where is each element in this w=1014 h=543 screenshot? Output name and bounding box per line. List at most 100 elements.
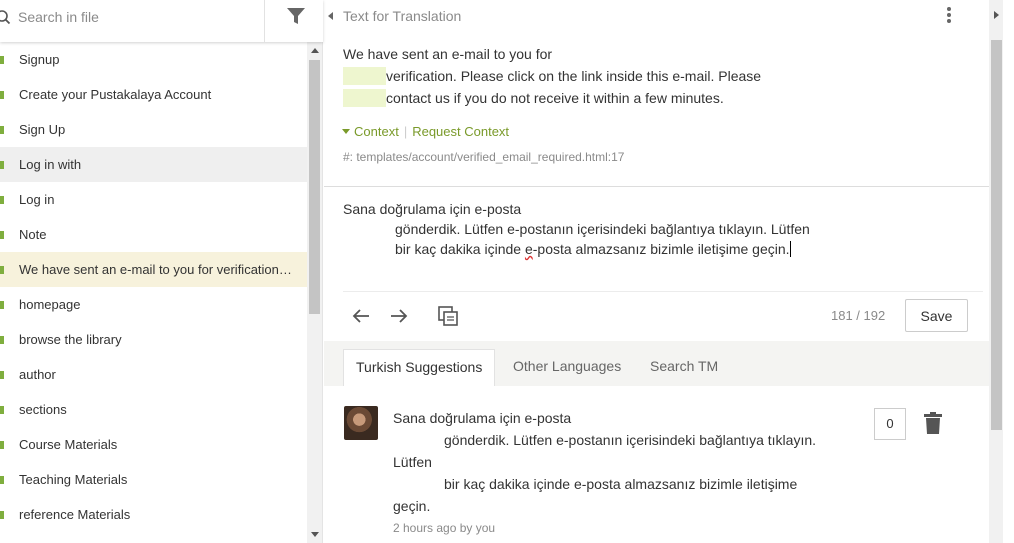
filter-icon[interactable] — [285, 5, 307, 27]
unit-label: Sign Up — [19, 122, 66, 137]
unit-label: browse the library — [19, 332, 122, 347]
tab-search-tm[interactable]: Search TM — [638, 349, 730, 386]
status-mark — [0, 441, 4, 449]
source-line-text: verification. Please click on the link i… — [386, 68, 762, 84]
kebab-menu-icon[interactable] — [946, 7, 952, 27]
context-path: #: templates/account/verified_email_requ… — [343, 150, 625, 164]
translation-text: bir kaç dakika içinde — [395, 241, 525, 257]
suggestion-line: Sana doğrulama için e-posta — [393, 410, 572, 426]
unit-label: Note — [19, 227, 47, 242]
status-mark — [0, 231, 4, 239]
suggestions-panel: Turkish Suggestions Other Languages Sear… — [324, 341, 989, 543]
suggestion-line: gönderdik. Lütfen e-postanın içerisindek… — [444, 432, 817, 448]
context-toggle-icon — [342, 129, 350, 134]
scroll-up-icon[interactable] — [311, 48, 319, 53]
context-links: Context | Request Context — [342, 124, 509, 139]
avatar — [344, 406, 378, 440]
scroll-thumb[interactable] — [309, 60, 320, 314]
editor-panel: Text for Translation We have sent an e-m… — [324, 0, 989, 543]
search-bar — [0, 0, 323, 42]
source-line: contact us if you do not receive it with… — [343, 87, 761, 109]
suggestion-item: Sana doğrulama için e-posta gönderdik. L… — [324, 386, 989, 543]
link-separator: | — [403, 124, 408, 139]
unit-label: We have sent an e-mail to you for verifi… — [19, 262, 294, 277]
unit-item-note[interactable]: Note — [0, 217, 307, 252]
unit-item-sign-up[interactable]: Sign Up — [0, 112, 307, 147]
unit-item-reference-materials[interactable]: reference Materials — [0, 497, 307, 532]
status-mark — [0, 371, 4, 379]
status-mark — [0, 406, 4, 414]
vote-count[interactable]: 0 — [874, 408, 906, 440]
unit-label: Signup — [19, 52, 60, 67]
whitespace-marker — [343, 89, 386, 107]
unit-label: Teaching Materials — [19, 472, 128, 487]
unit-item-verification-email[interactable]: We have sent an e-mail to you for verifi… — [0, 252, 307, 287]
unit-item-browse-library[interactable]: browse the library — [0, 322, 307, 357]
unit-item-author[interactable]: author — [0, 357, 307, 392]
search-input[interactable] — [18, 7, 248, 27]
arrow-right-icon[interactable] — [387, 304, 411, 328]
translation-line: gönderdik. Lütfen e-postanın içerisindek… — [395, 221, 810, 237]
source-header: Text for Translation — [324, 0, 989, 34]
unit-item-teaching-materials[interactable]: Teaching Materials — [0, 462, 307, 497]
suggestion-line: bir kaç dakika içinde e-posta almazsanız… — [444, 476, 798, 492]
status-mark — [0, 266, 4, 274]
text-caret — [789, 241, 791, 257]
translation-text: -posta almazsanız bizimle iletişime geçi… — [532, 241, 790, 257]
editor-toolbar: 181 / 192 Save — [324, 292, 989, 340]
copy-source-icon[interactable] — [436, 304, 460, 328]
unit-counter: 181 / 192 — [831, 308, 886, 323]
unit-item-signup[interactable]: Signup — [0, 42, 307, 77]
status-mark — [0, 476, 4, 484]
tab-other-languages[interactable]: Other Languages — [501, 349, 633, 386]
save-button[interactable]: Save — [905, 299, 968, 332]
unit-label: reference Materials — [19, 507, 131, 522]
unit-label: Log in — [19, 192, 55, 207]
arrow-left-icon[interactable] — [349, 304, 373, 328]
unit-sidebar: Signup Create your Pustakalaya Account S… — [0, 0, 323, 543]
whitespace-marker — [343, 67, 386, 85]
source-title: Text for Translation — [343, 8, 462, 24]
unit-label: Create your Pustakalaya Account — [19, 87, 212, 102]
sidebar-scrollbar[interactable] — [307, 42, 322, 543]
request-context-link[interactable]: Request Context — [412, 124, 509, 139]
scroll-down-icon[interactable] — [311, 532, 319, 537]
status-mark — [0, 126, 4, 134]
trash-icon[interactable] — [923, 412, 943, 434]
expand-panel-icon[interactable] — [994, 11, 999, 19]
search-divider — [264, 0, 265, 42]
source-text: We have sent an e-mail to you for verifi… — [343, 43, 761, 109]
unit-list: Signup Create your Pustakalaya Account S… — [0, 42, 307, 543]
context-toggle[interactable]: Context — [354, 124, 399, 139]
unit-label: author — [19, 367, 56, 382]
suggestion-line: Lütfen — [393, 454, 432, 470]
collapse-sidebar-icon[interactable] — [328, 12, 333, 20]
scroll-thumb[interactable] — [991, 40, 1002, 430]
unit-label: sections — [19, 402, 67, 417]
suggestion-tabs: Turkish Suggestions Other Languages Sear… — [324, 341, 989, 386]
status-mark — [0, 336, 4, 344]
status-mark — [0, 91, 4, 99]
unit-item-create-account[interactable]: Create your Pustakalaya Account — [0, 77, 307, 112]
status-mark — [0, 56, 4, 64]
unit-item-log-in[interactable]: Log in — [0, 182, 307, 217]
source-line: We have sent an e-mail to you for — [343, 46, 553, 62]
translation-editor[interactable]: Sana doğrulama için e-posta gönderdik. L… — [343, 199, 810, 259]
status-mark — [0, 161, 4, 169]
unit-label: Log in with — [19, 157, 82, 172]
unit-item-log-in-with[interactable]: Log in with — [0, 147, 307, 182]
unit-item-course-materials[interactable]: Course Materials — [0, 427, 307, 462]
suggestion-line: geçin. — [393, 498, 431, 514]
status-mark — [0, 196, 4, 204]
tab-turkish-suggestions[interactable]: Turkish Suggestions — [343, 349, 496, 386]
suggestion-meta: 2 hours ago by you — [393, 521, 496, 535]
spelling-error: e — [524, 241, 533, 257]
suggestion-text[interactable]: Sana doğrulama için e-posta gönderdik. L… — [393, 407, 816, 517]
search-icon — [0, 10, 11, 25]
source-line: verification. Please click on the link i… — [343, 65, 761, 87]
status-mark — [0, 511, 4, 519]
main-scrollbar[interactable] — [989, 0, 1003, 543]
unit-item-sections[interactable]: sections — [0, 392, 307, 427]
translation-line: bir kaç dakika içinde e-posta almazsanız… — [343, 239, 810, 259]
unit-item-homepage[interactable]: homepage — [0, 287, 307, 322]
